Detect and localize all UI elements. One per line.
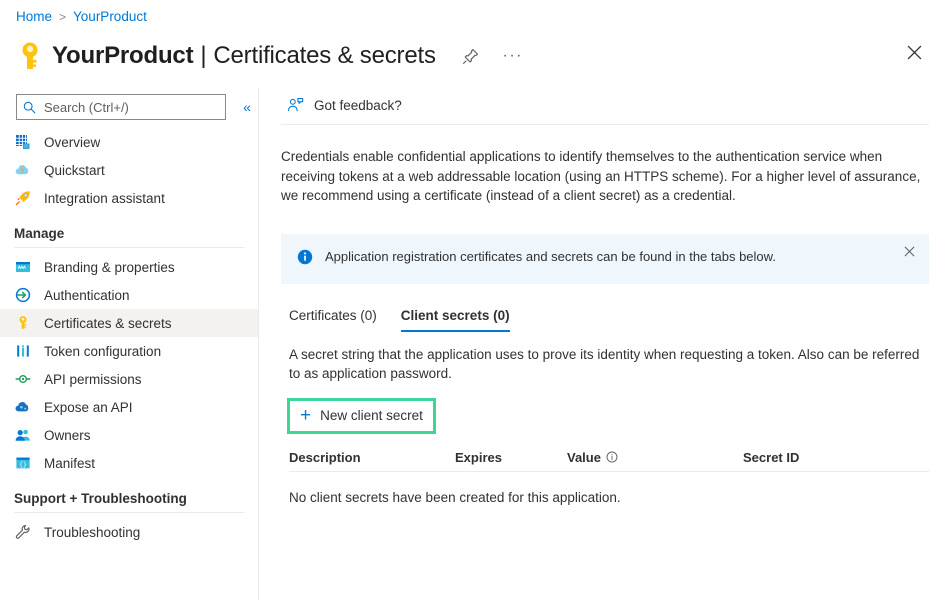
sidebar-group-title: Support + Troubleshooting: [14, 491, 187, 506]
azure-portal-blade: Home > YourProduct YourProduct | Certifi…: [0, 0, 948, 600]
sidebar: « Overview: [0, 88, 258, 600]
sidebar-item-label: Integration assistant: [44, 190, 165, 206]
main-content: Got feedback? Credentials enable confide…: [281, 88, 948, 600]
column-header-expires: Expires: [455, 449, 502, 465]
key-icon: [14, 314, 32, 332]
divider: [14, 512, 244, 513]
table-header-row: Description Expires Value Secret ID: [289, 444, 929, 472]
column-header-value-label: Value: [567, 449, 601, 465]
tab-certificates[interactable]: Certificates (0): [289, 308, 377, 332]
token-icon: [14, 342, 32, 360]
branding-icon: [14, 258, 32, 276]
got-feedback-label: Got feedback?: [314, 97, 402, 113]
column-header-secret-id: Secret ID: [743, 449, 800, 465]
sidebar-support-items: Troubleshooting: [0, 518, 258, 546]
tab-list: Certificates (0) Client secrets (0): [281, 308, 948, 332]
page-title-divider: |: [200, 42, 207, 69]
page-title-section: Certificates & secrets: [213, 42, 436, 69]
sidebar-item-certificates-secrets[interactable]: Certificates & secrets: [0, 309, 258, 337]
grid-icon: [14, 133, 32, 151]
rocket-icon: [14, 189, 32, 207]
sidebar-item-troubleshooting[interactable]: Troubleshooting: [0, 518, 258, 546]
page-header: YourProduct | Certificates & secrets ···: [0, 34, 948, 78]
sidebar-item-expose-an-api[interactable]: Expose an API: [0, 393, 258, 421]
info-icon: [297, 249, 313, 265]
sidebar-item-label: Overview: [44, 134, 101, 150]
sidebar-item-label: API permissions: [44, 371, 142, 387]
sidebar-manage-items: Branding & properties Authentication Cer…: [0, 253, 258, 477]
tab-client-secrets[interactable]: Client secrets (0): [400, 308, 510, 332]
table-empty-message: No client secrets have been created for …: [289, 489, 621, 505]
column-header-description: Description: [289, 449, 361, 465]
sidebar-item-overview[interactable]: Overview: [0, 128, 258, 156]
sidebar-item-manifest[interactable]: {} Manifest: [0, 449, 258, 477]
sidebar-item-label: Manifest: [44, 455, 96, 471]
sidebar-item-label: Owners: [44, 427, 91, 443]
chevron-double-left-icon[interactable]: «: [238, 98, 256, 116]
sidebar-item-branding-properties[interactable]: Branding & properties: [0, 253, 258, 281]
sidebar-group-support: Support + Troubleshooting: [0, 491, 258, 513]
sidebar-search-row: «: [0, 88, 258, 120]
title-actions: ···: [458, 43, 526, 69]
sidebar-item-label: Certificates & secrets: [44, 315, 172, 331]
sidebar-group-title: Manage: [14, 226, 65, 241]
expose-api-icon: [14, 398, 32, 416]
close-icon[interactable]: [901, 244, 917, 260]
search-icon: [23, 101, 36, 114]
sidebar-item-label: Token configuration: [44, 343, 162, 359]
sidebar-item-label: Expose an API: [44, 399, 133, 415]
info-banner-text: Application registration certificates an…: [325, 248, 776, 264]
column-header-value: Value: [567, 450, 743, 465]
sidebar-item-quickstart[interactable]: Quickstart: [0, 156, 258, 184]
key-icon: [8, 41, 52, 71]
divider: [14, 247, 244, 248]
manifest-icon: {}: [14, 454, 32, 472]
sidebar-item-api-permissions[interactable]: API permissions: [0, 365, 258, 393]
page-title-product: YourProduct: [52, 42, 194, 69]
more-options-icon[interactable]: ···: [500, 43, 526, 69]
svg-text:{}: {}: [19, 461, 27, 468]
sidebar-item-authentication[interactable]: Authentication: [0, 281, 258, 309]
info-banner: Application registration certificates an…: [281, 233, 929, 284]
close-blade-button[interactable]: [900, 38, 928, 66]
person-feedback-icon: [287, 97, 304, 114]
sidebar-top-items: Overview Quickstart Integration assistan…: [0, 128, 258, 212]
sidebar-item-owners[interactable]: Owners: [0, 421, 258, 449]
blade-description: Credentials enable confidential applicat…: [281, 149, 921, 203]
breadcrumb: Home > YourProduct: [16, 8, 147, 26]
sidebar-item-label: Branding & properties: [44, 259, 175, 275]
new-client-secret-label: New client secret: [320, 408, 423, 423]
sidebar-item-integration-assistant[interactable]: Integration assistant: [0, 184, 258, 212]
sidebar-item-label: Quickstart: [44, 162, 105, 178]
pin-icon[interactable]: [458, 43, 484, 69]
authentication-icon: [14, 286, 32, 304]
new-client-secret-highlight: + New client secret: [287, 397, 436, 434]
breadcrumb-separator: >: [59, 10, 67, 24]
search-input[interactable]: [42, 98, 219, 116]
got-feedback-button[interactable]: Got feedback?: [281, 88, 948, 122]
sidebar-divider: [258, 88, 259, 600]
breadcrumb-current[interactable]: YourProduct: [73, 8, 147, 26]
sidebar-item-token-configuration[interactable]: Token configuration: [0, 337, 258, 365]
breadcrumb-home[interactable]: Home: [16, 8, 52, 26]
new-client-secret-button[interactable]: + New client secret: [296, 403, 427, 429]
sidebar-group-manage: Manage: [0, 226, 258, 248]
client-secrets-table: Description Expires Value Secret ID No c…: [281, 444, 929, 505]
owners-icon: [14, 426, 32, 444]
tab-description: A secret string that the application use…: [289, 346, 920, 382]
sidebar-item-label: Authentication: [44, 287, 130, 303]
toolbar-divider: [281, 124, 929, 125]
sidebar-item-label: Troubleshooting: [44, 524, 141, 540]
search-input-wrapper[interactable]: [16, 94, 226, 120]
cloud-lightning-icon: [14, 161, 32, 179]
page-title: YourProduct | Certificates & secrets: [52, 42, 436, 70]
api-permissions-icon: [14, 370, 32, 388]
info-circle-icon[interactable]: [606, 451, 618, 463]
plus-icon: +: [300, 405, 312, 426]
wrench-icon: [14, 523, 32, 541]
